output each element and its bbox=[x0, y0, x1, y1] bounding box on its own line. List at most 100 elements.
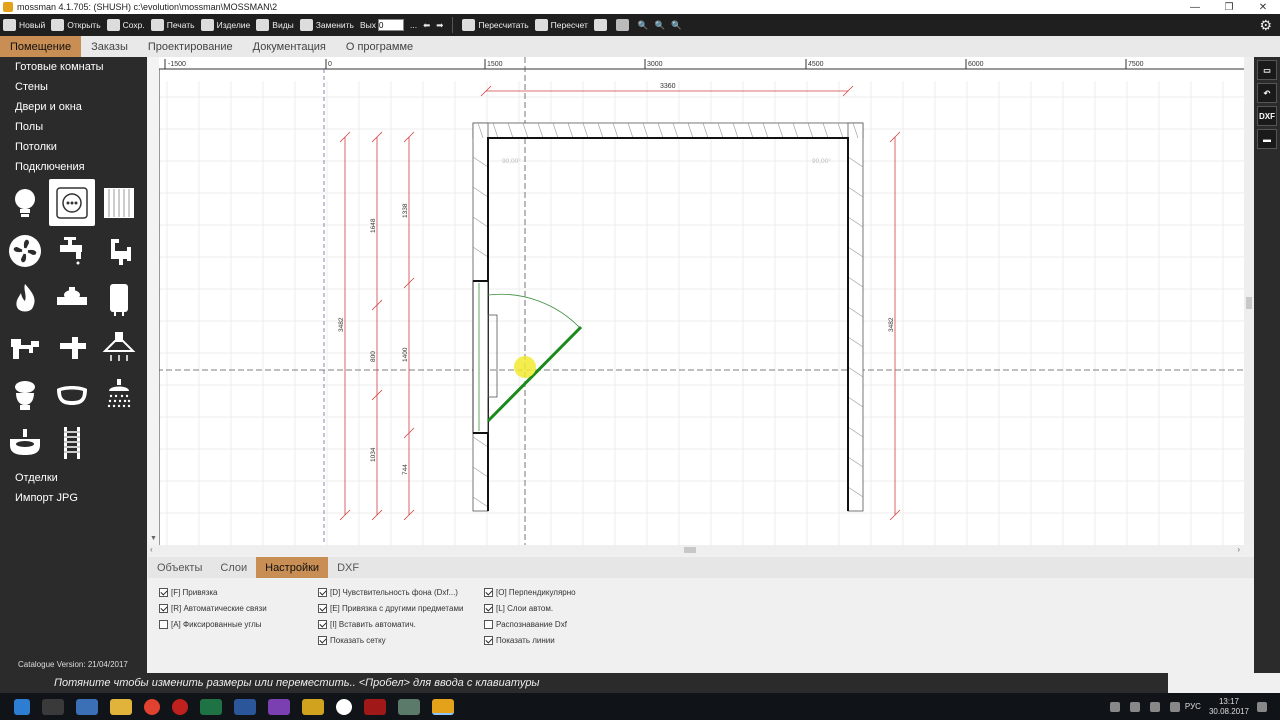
redo-button[interactable]: ➡ bbox=[433, 14, 446, 36]
app-icon[interactable] bbox=[398, 698, 420, 715]
zoom-out-button[interactable]: 🔍 bbox=[668, 14, 685, 36]
scroll-left-icon[interactable]: ‹ bbox=[150, 545, 153, 554]
camera-button[interactable] bbox=[591, 14, 613, 36]
save-button[interactable]: Сохр. bbox=[104, 14, 148, 36]
tab-room[interactable]: Помещение bbox=[0, 36, 82, 57]
fixed-angles-checkbox[interactable] bbox=[159, 619, 168, 629]
auto-layers-option[interactable]: [L] Слои автом. bbox=[484, 600, 576, 616]
auto-layers-checkbox[interactable] bbox=[484, 603, 493, 613]
replace-button[interactable]: Заменить bbox=[297, 14, 357, 36]
toilet-icon[interactable] bbox=[2, 371, 48, 418]
zoom-button[interactable]: 🔍 bbox=[635, 14, 652, 36]
settings-gear-button[interactable]: ⚙ bbox=[1256, 14, 1280, 36]
auto-insert-checkbox[interactable] bbox=[318, 619, 327, 629]
app-icon[interactable] bbox=[268, 698, 290, 715]
close-button[interactable]: ✕ bbox=[1246, 0, 1280, 14]
vertical-scrollbar[interactable] bbox=[1244, 57, 1254, 545]
tab-dxf[interactable]: DXF bbox=[328, 557, 368, 578]
vertical-scroll-thumb[interactable] bbox=[1246, 297, 1252, 309]
excel-icon[interactable] bbox=[200, 698, 222, 715]
tab-objects[interactable]: Объекты bbox=[148, 557, 211, 578]
bathtub-icon[interactable] bbox=[49, 371, 95, 418]
undo-button[interactable]: ⬅ bbox=[420, 14, 433, 36]
snap-option[interactable]: [F] Привязка bbox=[159, 584, 267, 600]
page-button[interactable]: ▭ bbox=[1257, 60, 1277, 80]
app-icon[interactable] bbox=[336, 698, 352, 715]
product-button[interactable]: Изделие bbox=[198, 14, 254, 36]
auto-insert-option[interactable]: [I] Вставить автоматич. bbox=[318, 616, 463, 632]
recalc-button[interactable]: Пересчитать bbox=[459, 14, 531, 36]
radiator-icon[interactable] bbox=[96, 179, 142, 226]
minimize-button[interactable]: — bbox=[1178, 0, 1212, 14]
fixed-angles-option[interactable]: [A] Фиксированные углы bbox=[159, 616, 267, 632]
hood-icon[interactable] bbox=[96, 323, 142, 370]
maximize-button[interactable]: ❐ bbox=[1212, 0, 1246, 14]
mixer-alt-icon[interactable] bbox=[49, 323, 95, 370]
faucet-icon[interactable] bbox=[49, 227, 95, 274]
show-grid-option[interactable]: Показать сетку bbox=[318, 632, 463, 648]
auto-links-option[interactable]: [R] Автоматические связи bbox=[159, 600, 267, 616]
ruler-button[interactable]: ▬ bbox=[1257, 129, 1277, 149]
file-explorer-icon[interactable] bbox=[110, 698, 132, 715]
sidebar-item-walls[interactable]: Стены bbox=[0, 77, 147, 97]
tab-settings[interactable]: Настройки bbox=[256, 557, 329, 578]
bg-sensitivity-checkbox[interactable] bbox=[318, 587, 327, 597]
towel-rail-icon[interactable] bbox=[49, 419, 95, 466]
sidebar-item-import-jpg[interactable]: Импорт JPG bbox=[0, 488, 147, 508]
sink-icon[interactable] bbox=[2, 419, 48, 466]
auto-links-checkbox[interactable] bbox=[159, 603, 168, 613]
scroll-down-icon[interactable]: ▼ bbox=[149, 535, 158, 544]
pipe-fitting-icon[interactable] bbox=[49, 275, 95, 322]
ie-browser-icon[interactable] bbox=[76, 698, 98, 715]
zoom-extents-button[interactable] bbox=[613, 14, 635, 36]
mossman-taskbar-icon[interactable] bbox=[432, 698, 454, 715]
tab-orders[interactable]: Заказы bbox=[81, 36, 138, 57]
socket-icon[interactable] bbox=[49, 179, 95, 226]
chrome-icon[interactable] bbox=[144, 698, 160, 715]
app-icon[interactable] bbox=[302, 698, 324, 715]
pipe-valve-icon[interactable] bbox=[96, 227, 142, 274]
dxf-button[interactable]: DXF bbox=[1257, 106, 1277, 126]
drawing-canvas[interactable]: -1500 0 1500 3000 4500 6000 7500 3000 45… bbox=[148, 57, 1244, 545]
notifications-icon[interactable] bbox=[1257, 701, 1267, 712]
opera-icon[interactable] bbox=[172, 698, 188, 715]
views-button[interactable]: Виды bbox=[253, 14, 297, 36]
zoom-in-button[interactable]: 🔍 bbox=[651, 14, 668, 36]
sidebar-item-ceilings[interactable]: Потолки bbox=[0, 137, 147, 157]
perpendicular-checkbox[interactable] bbox=[484, 587, 493, 597]
snap-objects-option[interactable]: [E] Привязка с другими предметами bbox=[318, 600, 463, 616]
sidebar-item-ready-rooms[interactable]: Готовые комнаты bbox=[0, 57, 147, 77]
word-icon[interactable] bbox=[234, 698, 256, 715]
tray-icon[interactable] bbox=[1109, 701, 1120, 712]
tab-about[interactable]: О программе bbox=[336, 36, 423, 57]
show-grid-checkbox[interactable] bbox=[318, 635, 327, 645]
open-button[interactable]: Открыть bbox=[48, 14, 103, 36]
new-button[interactable]: Новый bbox=[0, 14, 48, 36]
dxf-recognition-checkbox[interactable] bbox=[484, 619, 493, 629]
flame-icon[interactable] bbox=[2, 275, 48, 322]
bulb-icon[interactable] bbox=[2, 179, 48, 226]
network-icon[interactable] bbox=[1149, 701, 1160, 712]
clock[interactable]: 13:17 30.08.2017 bbox=[1209, 697, 1249, 717]
windows-start-icon[interactable] bbox=[14, 698, 30, 715]
language-indicator[interactable]: РУС bbox=[1185, 702, 1201, 711]
mixer-icon[interactable] bbox=[2, 323, 48, 370]
print-button[interactable]: Печать bbox=[148, 14, 198, 36]
vertical-scrollbar-left[interactable]: ▼ bbox=[148, 57, 159, 545]
perpendicular-option[interactable]: [O] Перпендикулярно bbox=[484, 584, 576, 600]
rotate-button[interactable]: ↶ bbox=[1257, 83, 1277, 103]
tab-layers[interactable]: Слои bbox=[211, 557, 256, 578]
recross-button[interactable]: Пересчет bbox=[532, 14, 591, 36]
task-view-icon[interactable] bbox=[42, 698, 64, 715]
dxf-recognition-option[interactable]: Распознавание Dxf bbox=[484, 616, 576, 632]
show-lines-option[interactable]: Показать линии bbox=[484, 632, 576, 648]
horizontal-scrollbar[interactable]: ‹ › bbox=[148, 545, 1244, 555]
horizontal-scroll-thumb[interactable] bbox=[684, 547, 696, 553]
height-input[interactable] bbox=[378, 19, 405, 31]
volume-icon[interactable] bbox=[1169, 701, 1180, 712]
show-lines-checkbox[interactable] bbox=[484, 635, 493, 645]
sidebar-item-connections[interactable]: Подключения bbox=[0, 157, 147, 177]
snap-objects-checkbox[interactable] bbox=[318, 603, 327, 613]
app-icon[interactable] bbox=[364, 698, 386, 715]
sidebar-item-finishes[interactable]: Отделки bbox=[0, 468, 147, 488]
